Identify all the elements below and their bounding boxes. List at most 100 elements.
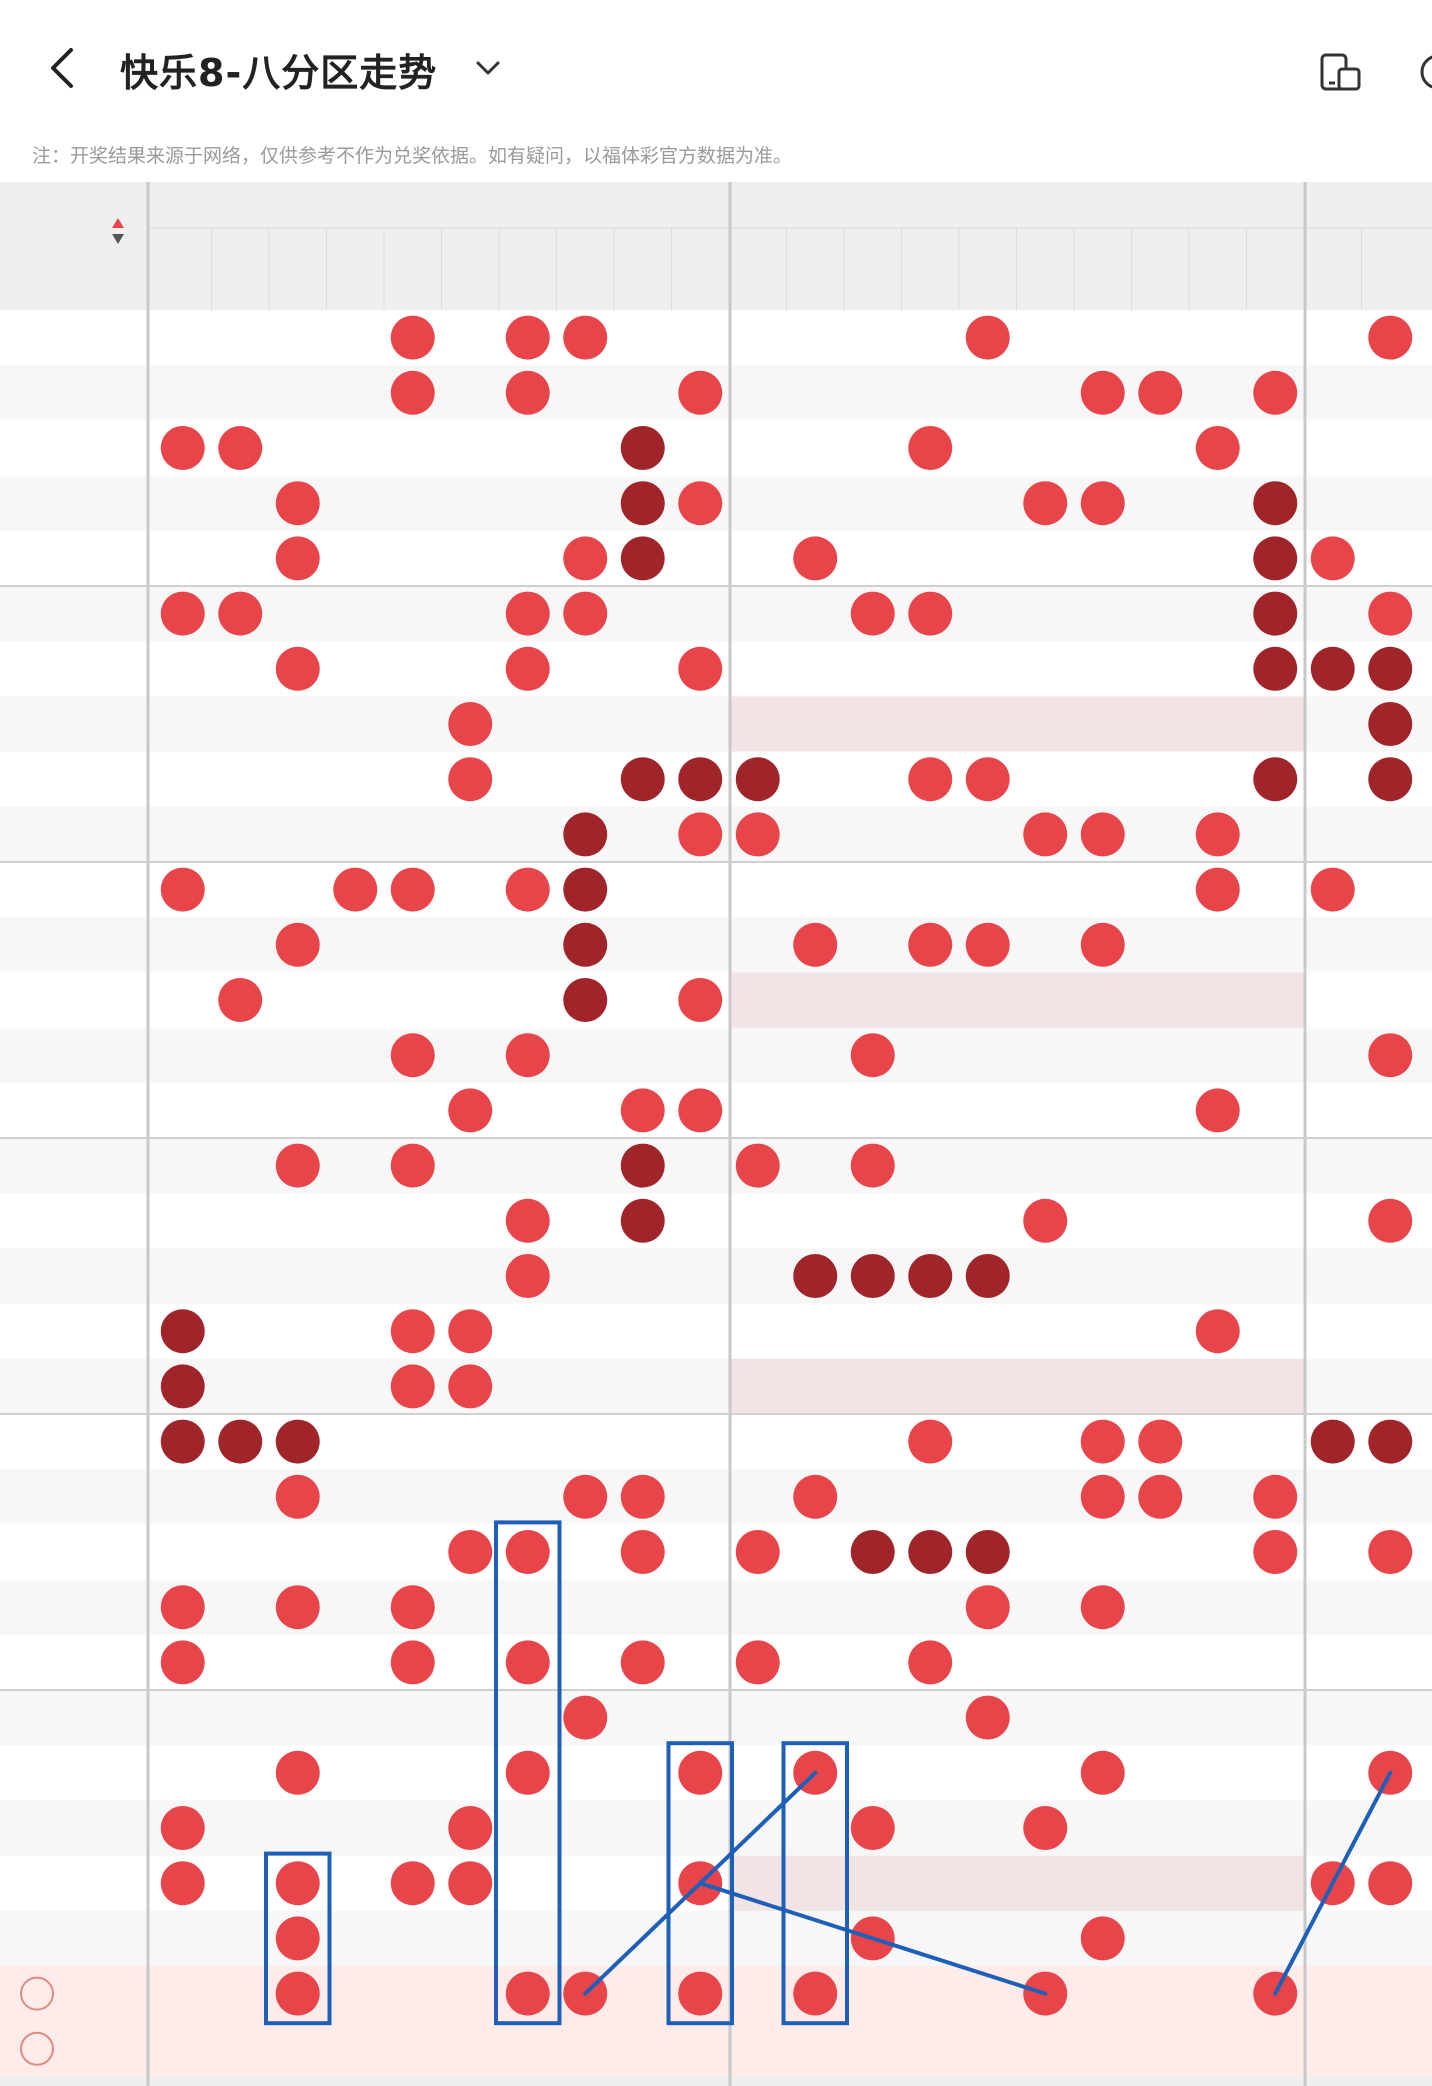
hit-ball bbox=[1253, 370, 1298, 415]
hit-ball bbox=[160, 1806, 205, 1850]
hit-ball bbox=[965, 922, 1010, 967]
selected-ball[interactable] bbox=[793, 1971, 838, 2016]
hit-ball bbox=[1080, 1419, 1125, 1464]
hit-ball bbox=[505, 1640, 550, 1685]
hit-ball bbox=[275, 1585, 320, 1630]
app-header: 快乐8-八分区走势 bbox=[0, 0, 1432, 135]
hit-ball bbox=[1310, 1419, 1355, 1464]
hit-ball bbox=[1195, 426, 1240, 470]
row-bg bbox=[0, 1579, 1432, 1635]
hit-ball bbox=[620, 1640, 665, 1685]
hit-ball bbox=[160, 1309, 205, 1354]
selected-ball[interactable] bbox=[505, 1971, 550, 2016]
hit-ball bbox=[275, 481, 320, 526]
hit-ball bbox=[1195, 1088, 1240, 1133]
hit-ball bbox=[390, 370, 435, 415]
hit-ball bbox=[1023, 1806, 1068, 1850]
hit-ball bbox=[160, 1585, 205, 1630]
hit-ball bbox=[678, 1088, 723, 1133]
hit-ball bbox=[678, 757, 723, 802]
hit-ball bbox=[965, 757, 1010, 802]
hit-ball bbox=[850, 1254, 895, 1298]
selected-ball[interactable] bbox=[678, 1971, 723, 2016]
hit-ball bbox=[275, 1419, 320, 1464]
hit-ball bbox=[448, 1309, 493, 1354]
hit-ball bbox=[563, 591, 608, 636]
hit-ball bbox=[1080, 1916, 1125, 1961]
row-bg bbox=[0, 917, 1432, 973]
hit-ball bbox=[793, 922, 838, 967]
hit-ball bbox=[1080, 812, 1125, 857]
hit-ball bbox=[735, 1143, 780, 1188]
hit-ball bbox=[1368, 646, 1413, 691]
hit-ball bbox=[1368, 591, 1413, 636]
zone-band bbox=[730, 696, 1305, 752]
zone-band bbox=[730, 1855, 1305, 1911]
hit-ball bbox=[275, 1474, 320, 1519]
hit-ball bbox=[620, 1088, 665, 1133]
hit-ball bbox=[620, 1198, 665, 1243]
hit-ball bbox=[390, 867, 435, 912]
hit-ball bbox=[448, 1861, 493, 1906]
row-bg bbox=[0, 1414, 1432, 1470]
hit-ball bbox=[908, 922, 953, 967]
hit-ball bbox=[620, 1474, 665, 1519]
hit-ball bbox=[850, 1806, 895, 1850]
chevron-down-icon[interactable] bbox=[468, 48, 508, 88]
hit-ball bbox=[390, 1640, 435, 1685]
hit-ball bbox=[620, 1143, 665, 1188]
hit-ball bbox=[505, 370, 550, 415]
hit-ball bbox=[620, 536, 665, 581]
hit-ball bbox=[160, 1640, 205, 1685]
hit-ball bbox=[505, 1033, 550, 1078]
hit-ball bbox=[908, 426, 953, 470]
hit-ball bbox=[908, 1530, 953, 1574]
hit-ball bbox=[390, 1585, 435, 1630]
hit-ball bbox=[218, 426, 263, 470]
chevron-left-icon[interactable] bbox=[38, 38, 86, 98]
selected-ball[interactable] bbox=[275, 1971, 320, 2016]
hit-ball bbox=[1253, 1530, 1298, 1574]
hit-ball bbox=[1253, 591, 1298, 636]
hit-ball bbox=[1310, 867, 1355, 912]
trend-table[interactable] bbox=[0, 182, 1432, 2086]
hit-ball bbox=[965, 1585, 1010, 1630]
hit-ball bbox=[965, 315, 1010, 360]
hit-ball bbox=[390, 1033, 435, 1078]
hit-ball bbox=[1368, 1198, 1413, 1243]
row-bg bbox=[0, 586, 1432, 642]
hit-ball bbox=[275, 1143, 320, 1188]
hit-ball bbox=[1023, 812, 1068, 857]
table-header-bg bbox=[0, 182, 1432, 310]
page-title[interactable]: 快乐8-八分区走势 bbox=[120, 42, 437, 97]
hit-ball bbox=[1195, 867, 1240, 912]
hit-ball bbox=[908, 1419, 953, 1464]
hit-ball bbox=[793, 1254, 838, 1298]
hit-ball bbox=[448, 1088, 493, 1133]
hit-ball bbox=[275, 1916, 320, 1961]
hit-ball bbox=[620, 426, 665, 470]
hit-ball bbox=[1138, 370, 1183, 415]
hit-ball bbox=[160, 426, 205, 470]
row-bg bbox=[0, 1690, 1432, 1746]
hit-ball bbox=[1253, 646, 1298, 691]
hit-ball bbox=[1080, 1585, 1125, 1630]
hit-ball bbox=[275, 536, 320, 581]
hit-ball bbox=[160, 591, 205, 636]
circle-icon[interactable] bbox=[1410, 50, 1432, 94]
row-bg bbox=[0, 1193, 1432, 1249]
hit-ball bbox=[1368, 757, 1413, 802]
hit-ball bbox=[678, 481, 723, 526]
hit-ball bbox=[620, 481, 665, 526]
hit-ball bbox=[1368, 1861, 1413, 1906]
hit-ball bbox=[390, 315, 435, 360]
hit-ball bbox=[908, 757, 953, 802]
hit-ball bbox=[965, 1530, 1010, 1574]
hit-ball bbox=[1080, 370, 1125, 415]
hit-ball bbox=[908, 591, 953, 636]
device-icon[interactable] bbox=[1316, 48, 1366, 96]
hit-ball bbox=[735, 1640, 780, 1685]
hit-ball bbox=[505, 646, 550, 691]
hit-ball bbox=[1023, 481, 1068, 526]
hit-ball bbox=[850, 1033, 895, 1078]
